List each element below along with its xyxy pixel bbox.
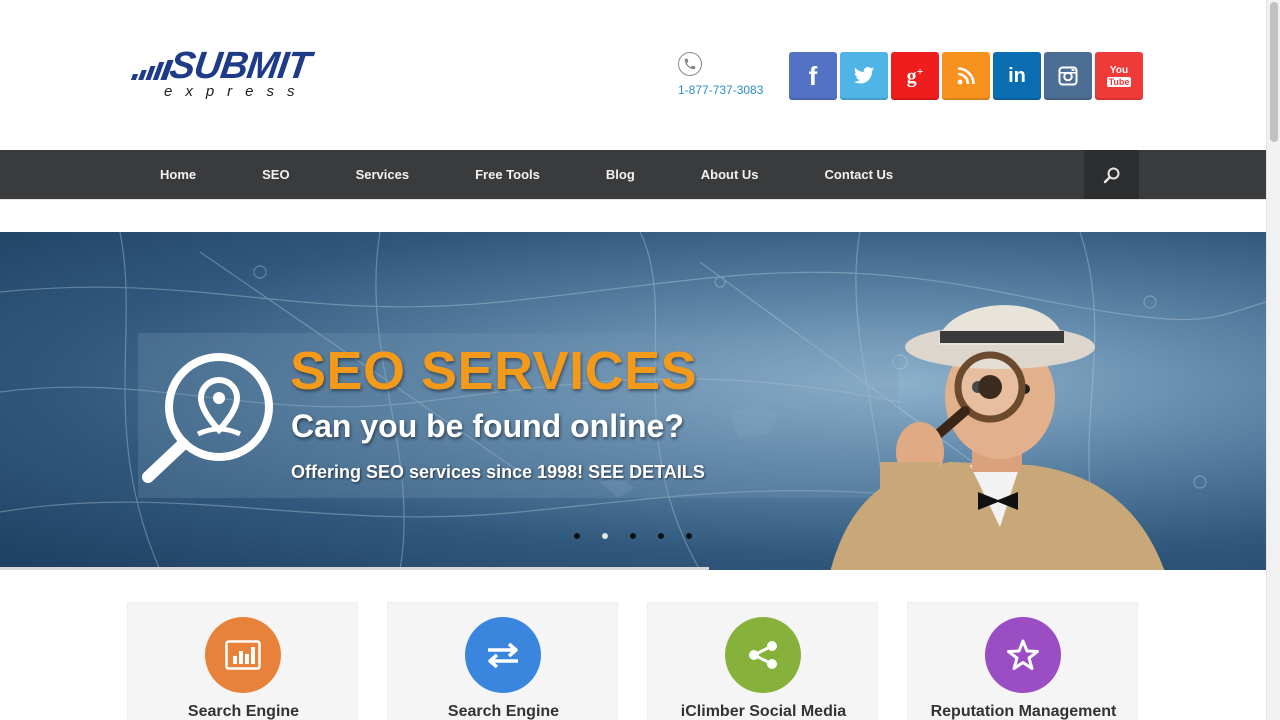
slider-dot-4[interactable] [658,533,664,539]
nav-item-services[interactable]: Services [323,150,443,199]
google-plus-button[interactable]: g+ [891,52,939,100]
feature-cards: Search Engine Search Engine iClimber Soc… [127,602,1139,720]
rss-icon [957,67,975,85]
hero-slider[interactable]: SEO SERVICES Can you be found online? Of… [0,232,1266,570]
nav-menu: Home SEO Services Free Tools Blog About … [127,150,926,199]
logo-subword: express [164,83,308,100]
header: SUBMIT express 1-877-737-3083 f g+ in Yo… [0,0,1266,150]
page-scrollbar[interactable] [1266,0,1280,720]
google-plus-icon: g+ [906,63,924,88]
nav-item-free-tools[interactable]: Free Tools [442,150,573,199]
hero-title: SEO SERVICES [290,341,698,401]
instagram-icon [1058,66,1078,86]
nav-item-contact-us[interactable]: Contact Us [792,150,927,199]
facebook-button[interactable]: f [789,52,837,100]
twitter-icon [853,67,875,84]
feature-card[interactable]: Search Engine [387,602,618,720]
nav-item-blog[interactable]: Blog [573,150,668,199]
slider-dot-1[interactable] [574,533,580,539]
instagram-button[interactable] [1044,52,1092,100]
nav-search-button[interactable] [1084,150,1139,199]
linkedin-icon: in [1008,64,1026,87]
hero-tagline-link[interactable]: Offering SEO services since 1998! SEE DE… [291,462,705,483]
youtube-button[interactable]: You Tube [1095,52,1143,100]
nav-item-seo[interactable]: SEO [229,150,322,199]
site-logo[interactable]: SUBMIT express [130,45,352,104]
rss-button[interactable] [942,52,990,100]
feature-card-title: Search Engine [447,703,560,720]
swap-arrows-icon [465,617,541,693]
nav-item-home[interactable]: Home [127,150,229,199]
location-search-icon [142,353,273,483]
slider-progress-bar [0,567,709,570]
star-icon [985,617,1061,693]
slider-dot-3[interactable] [630,533,636,539]
scrollbar-thumb[interactable] [1270,2,1278,142]
detective-illustration [830,305,1165,570]
bar-chart-icon [205,617,281,693]
phone-icon [678,52,702,76]
phone-number[interactable]: 1-877-737-3083 [678,83,763,97]
feature-card-title: iClimber Social Media [680,703,847,720]
nav-item-about-us[interactable]: About Us [668,150,792,199]
search-icon [1103,167,1119,183]
slider-pagination [574,533,692,539]
feature-card[interactable]: Reputation Management [907,602,1138,720]
facebook-icon: f [808,60,818,91]
social-links: f g+ in You Tube [789,52,1143,100]
feature-card-title: Reputation Management [930,703,1117,720]
linkedin-button[interactable]: in [993,52,1041,100]
feature-card[interactable]: iClimber Social Media [647,602,878,720]
youtube-icon: You Tube [1106,64,1132,87]
logo-word: SUBMIT [167,45,313,87]
hero-subtitle: Can you be found online? [291,408,684,444]
page: SUBMIT express 1-877-737-3083 f g+ in Yo… [0,0,1266,720]
twitter-button[interactable] [840,52,888,100]
feature-card[interactable]: Search Engine [127,602,358,720]
share-icon [725,617,801,693]
feature-card-title: Search Engine [187,703,300,720]
slider-dot-2[interactable] [602,533,608,539]
nav-divider [0,199,1266,200]
main-navigation: Home SEO Services Free Tools Blog About … [0,150,1266,199]
slider-dot-5[interactable] [686,533,692,539]
phone-contact[interactable]: 1-877-737-3083 [678,52,788,102]
